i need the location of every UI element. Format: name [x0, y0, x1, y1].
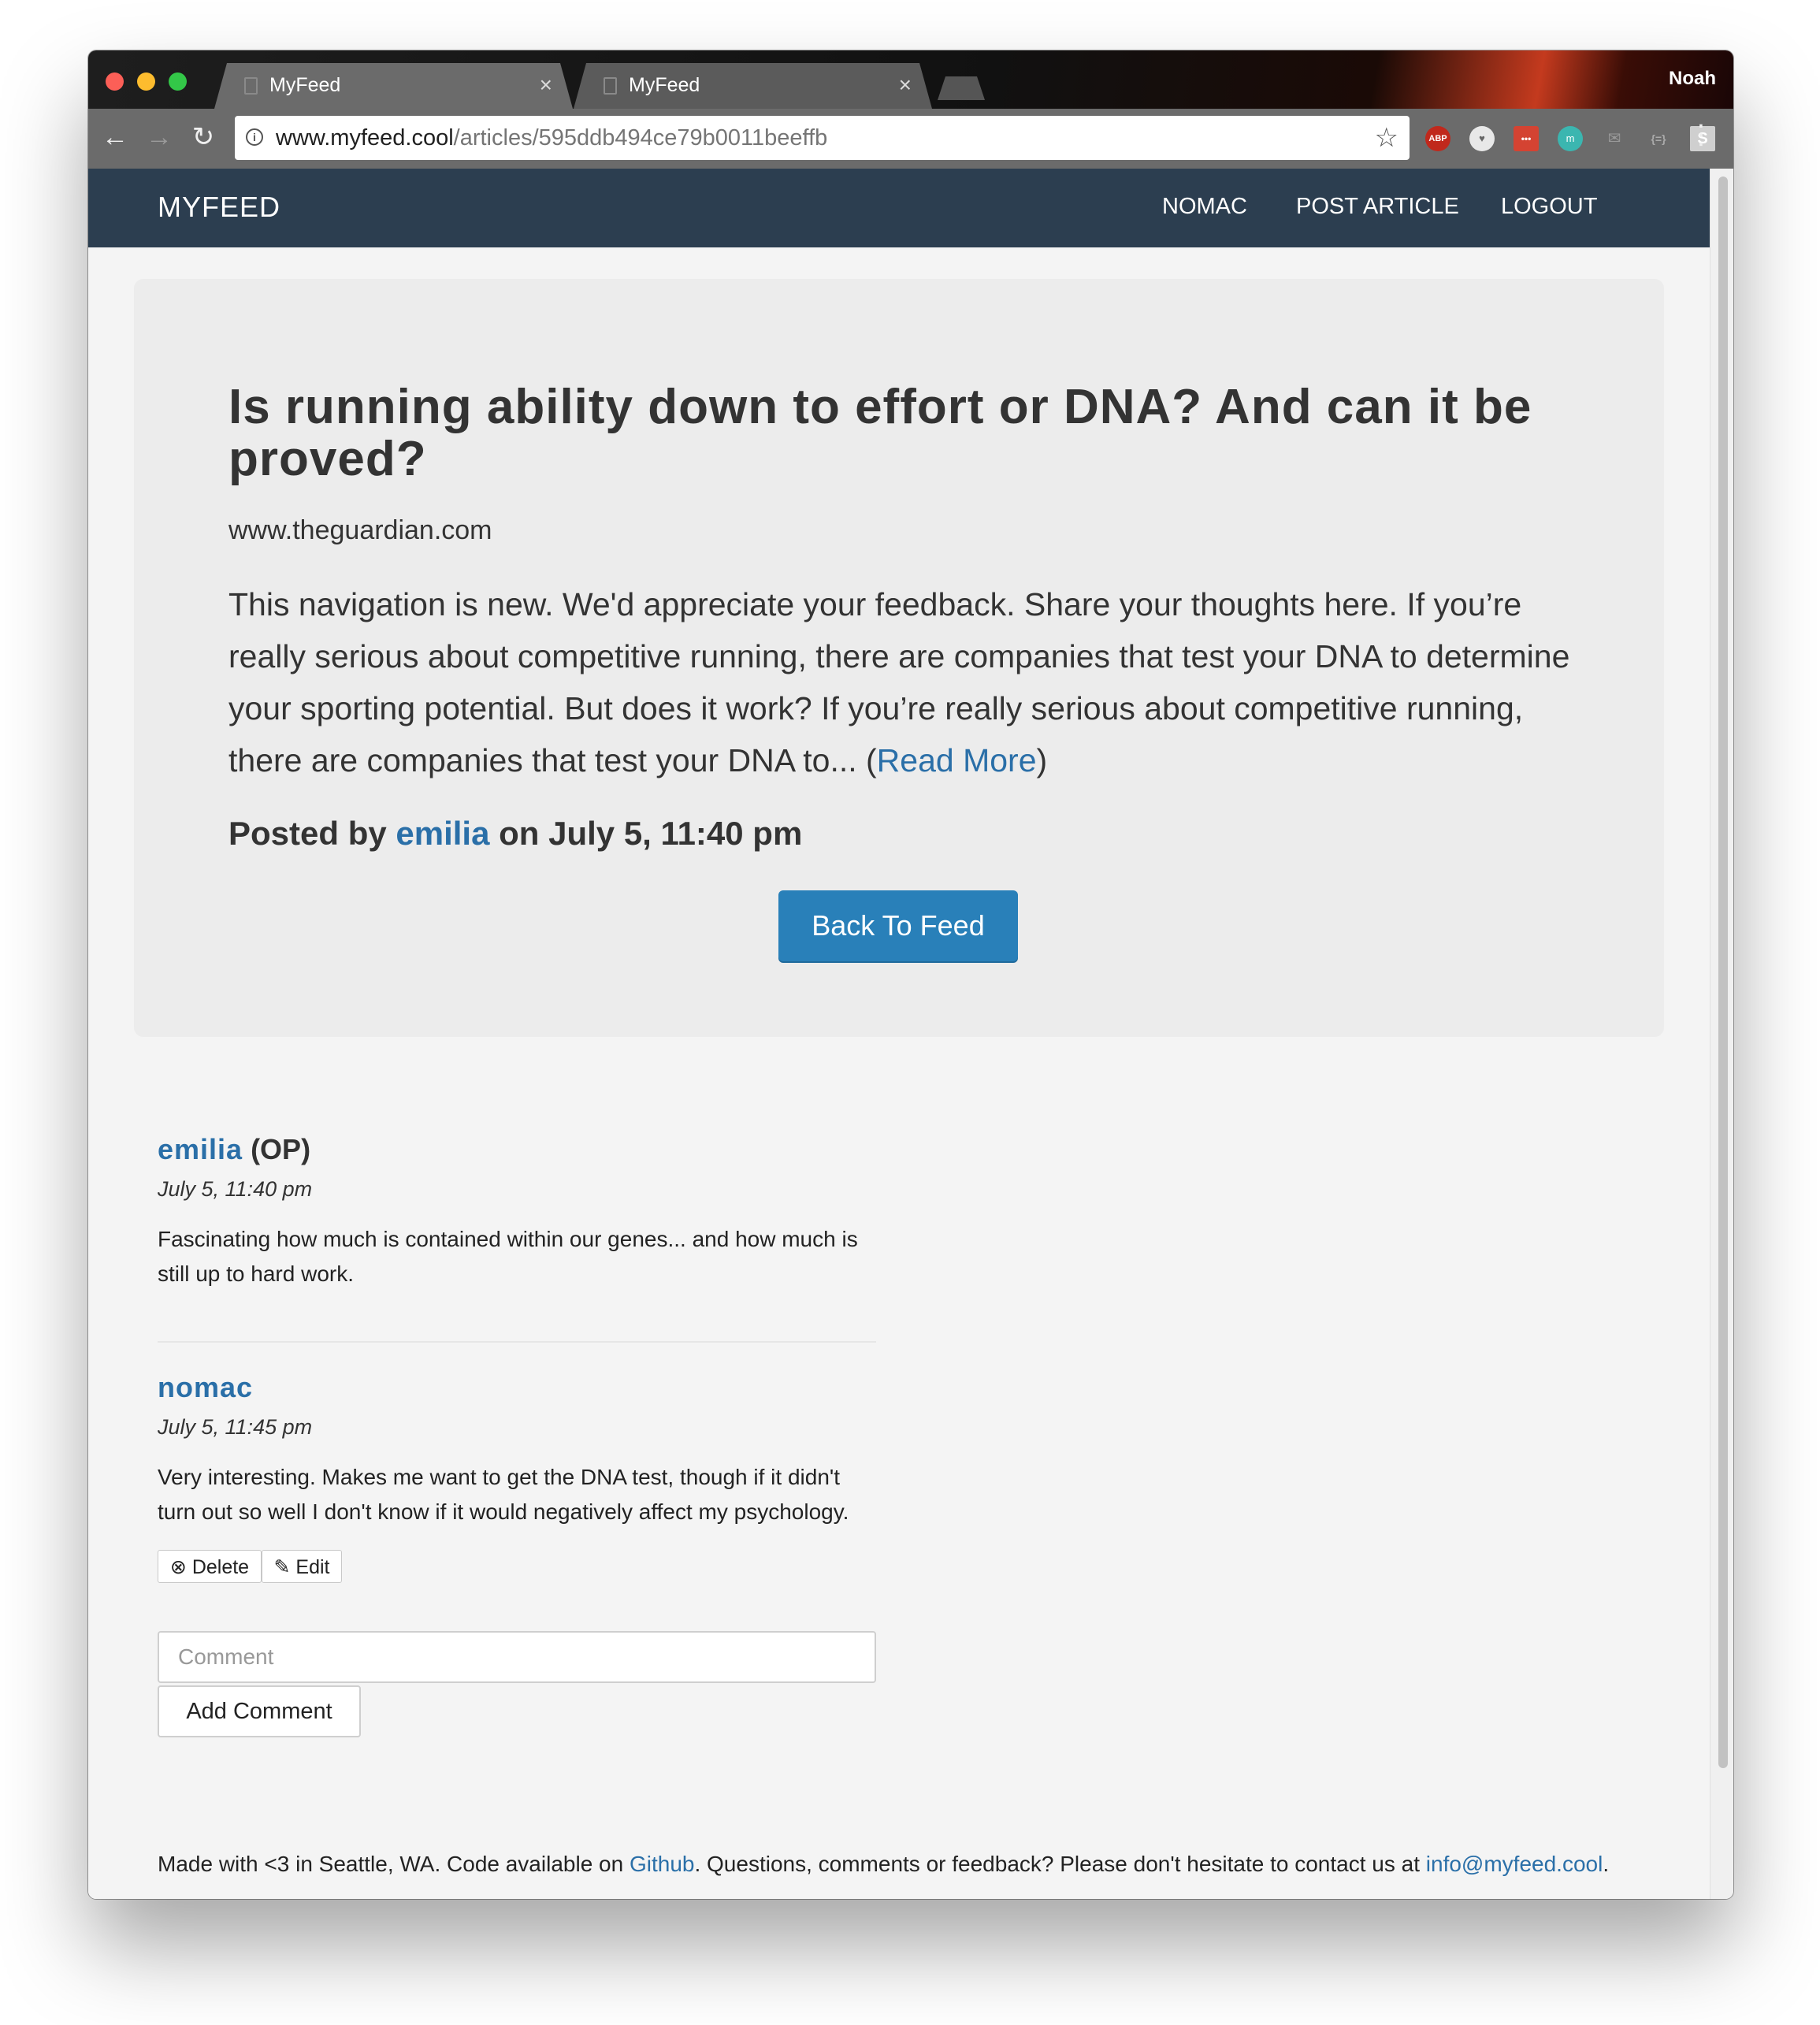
pocket-icon[interactable]: ♥: [1469, 126, 1495, 151]
edit-comment-button[interactable]: ✎ Edit: [262, 1550, 342, 1583]
browser-toolbar: ← → ↻ i www.myfeed.cool/articles/595ddb4…: [88, 109, 1733, 169]
article-author-link[interactable]: emilia: [396, 815, 489, 852]
back-to-feed-button[interactable]: Back To Feed: [778, 890, 1018, 961]
comment-item: nomac July 5, 11:45 pm Very interesting.…: [158, 1371, 882, 1529]
tab-title: MyFeed: [629, 74, 700, 96]
comment-text: Very interesting. Makes me want to get t…: [158, 1465, 849, 1524]
nav-link-post-article[interactable]: POST ARTICLE: [1296, 194, 1459, 220]
ext-dots-icon[interactable]: •••: [1514, 126, 1539, 151]
article-summary: This navigation is new. We'd appreciate …: [228, 586, 1570, 778]
nav-link-logout[interactable]: LOGOUT: [1501, 194, 1597, 220]
comment-input[interactable]: [158, 1631, 876, 1683]
window-zoom-button[interactable]: [169, 72, 187, 91]
document-icon: [604, 77, 617, 95]
json-formatter-icon[interactable]: {=}: [1646, 126, 1671, 151]
comment-author-link[interactable]: nomac: [158, 1371, 253, 1403]
delete-circle-x-icon: ⊗: [169, 1556, 187, 1578]
site-brand[interactable]: MYFEED: [158, 191, 280, 224]
article-title: Is running ability down to effort or DNA…: [228, 380, 1532, 486]
tab-title: MyFeed: [269, 74, 341, 96]
posted-date: on July 5, 11:40 pm: [489, 815, 803, 852]
delete-label: Delete: [191, 1556, 250, 1578]
new-tab-button[interactable]: [938, 76, 985, 100]
email-link[interactable]: info@myfeed.cool: [1426, 1852, 1603, 1876]
edit-label: Edit: [295, 1556, 330, 1578]
github-link[interactable]: Github: [630, 1852, 695, 1876]
adblock-icon[interactable]: ABP: [1425, 126, 1450, 151]
profile-name[interactable]: Noah: [1669, 68, 1716, 90]
comment-divider: [158, 1341, 876, 1343]
browser-titlebar: MyFeed × MyFeed × Noah: [88, 50, 1733, 109]
comment-date: July 5, 11:40 pm: [158, 1177, 313, 1201]
article-meta: Posted by emilia on July 5, 11:40 pm: [228, 815, 802, 853]
page-viewport: MYFEED NOMAC POST ARTICLE LOGOUT Is runn…: [88, 169, 1710, 1899]
nav-link-user[interactable]: NOMAC: [1162, 194, 1247, 220]
browser-window: MyFeed × MyFeed × Noah ← → ↻ i www.myfee…: [88, 50, 1733, 1899]
site-navbar: MYFEED NOMAC POST ARTICLE LOGOUT: [88, 169, 1710, 247]
scrollbar-thumb[interactable]: [1718, 176, 1728, 1768]
comment-author-link[interactable]: emilia: [158, 1133, 243, 1165]
address-bar[interactable]: i www.myfeed.cool/articles/595ddb494ce79…: [235, 116, 1410, 160]
window-close-button[interactable]: [106, 72, 124, 91]
article-card: Is running ability down to effort or DNA…: [134, 279, 1664, 1037]
browser-tab-2[interactable]: MyFeed ×: [574, 63, 932, 109]
forward-arrow-icon[interactable]: →: [142, 120, 176, 154]
comment-text: Fascinating how much is contained within…: [158, 1227, 858, 1286]
article-source: www.theguardian.com: [228, 515, 492, 545]
comment-op-tag: (OP): [243, 1133, 311, 1165]
add-comment-button[interactable]: Add Comment: [158, 1685, 361, 1737]
footer-text: .: [1603, 1852, 1610, 1876]
tab-close-icon[interactable]: ×: [540, 72, 552, 98]
footer-text: . Questions, comments or feedback? Pleas…: [694, 1852, 1426, 1876]
document-icon: [244, 77, 258, 95]
read-more-link[interactable]: Read More: [877, 742, 1037, 778]
vertical-scrollbar[interactable]: [1710, 169, 1733, 1899]
bookmark-star-icon[interactable]: ☆: [1375, 122, 1398, 154]
comment-date: July 5, 11:45 pm: [158, 1415, 313, 1439]
back-arrow-icon[interactable]: ←: [98, 120, 132, 154]
url-text[interactable]: www.myfeed.cool/articles/595ddb494ce79b0…: [276, 125, 827, 151]
comment-item: emilia (OP) July 5, 11:40 pm Fascinating…: [158, 1133, 882, 1291]
mail-icon[interactable]: ✉: [1602, 126, 1627, 151]
footer-text: Made with <3 in Seattle, WA. Code availa…: [158, 1852, 630, 1876]
browser-menu-icon[interactable]: ⋮: [1688, 121, 1714, 148]
url-host: www.myfeed.cool: [276, 125, 454, 150]
edit-pencil-icon: ✎: [273, 1556, 291, 1578]
delete-comment-button[interactable]: ⊗ Delete: [158, 1550, 262, 1583]
posted-by-label: Posted by: [228, 815, 396, 852]
comment-actions: ⊗ Delete ✎ Edit: [158, 1550, 394, 1585]
browser-tab-1[interactable]: MyFeed ×: [214, 63, 573, 109]
ext-m-icon[interactable]: m: [1558, 126, 1583, 151]
window-minimize-button[interactable]: [137, 72, 155, 91]
info-icon[interactable]: i: [246, 128, 263, 146]
url-path: /articles/595ddb494ce79b0011beeffb: [453, 125, 828, 150]
site-footer: Made with <3 in Seattle, WA. Code availa…: [158, 1852, 1609, 1877]
tab-close-icon[interactable]: ×: [899, 72, 912, 98]
reload-icon[interactable]: ↻: [186, 120, 221, 154]
